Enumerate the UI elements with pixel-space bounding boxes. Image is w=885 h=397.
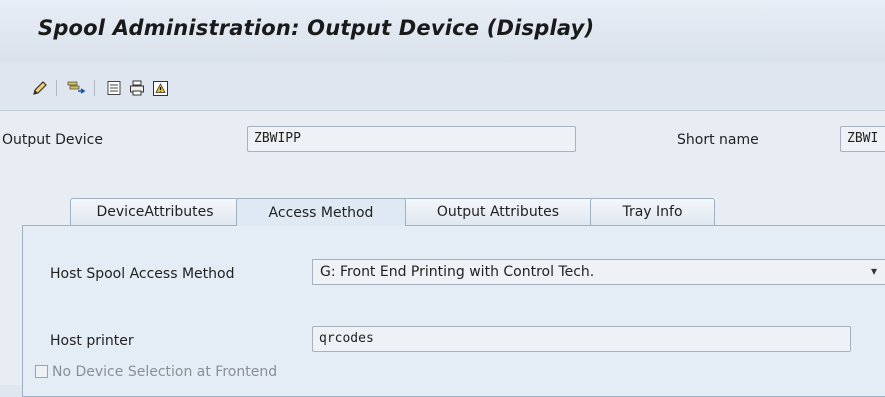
host-spool-access-method-select[interactable]: G: Front End Printing with Control Tech.… <box>312 259 885 285</box>
host-spool-access-method-label: Host Spool Access Method <box>50 266 235 282</box>
short-name-label: Short name <box>677 132 759 148</box>
tab-output-attributes[interactable]: Output Attributes <box>402 198 594 225</box>
output-device-field[interactable]: ZBWIPP <box>247 126 576 152</box>
tab-tray-info[interactable]: Tray Info <box>590 198 715 225</box>
title-bar: Spool Administration: Output Device (Dis… <box>0 0 885 62</box>
output-device-label: Output Device <box>2 132 103 148</box>
list-icon[interactable] <box>104 78 124 98</box>
page-title: Spool Administration: Output Device (Dis… <box>38 16 595 40</box>
short-name-field[interactable]: ZBWI <box>840 126 885 152</box>
host-printer-field[interactable]: qrcodes <box>312 326 851 352</box>
printer-icon[interactable] <box>127 78 147 98</box>
chevron-down-icon[interactable]: ▾ <box>871 264 877 278</box>
pencil-icon[interactable] <box>30 78 50 98</box>
host-spool-access-method-value: G: Front End Printing with Control Tech. <box>320 264 595 280</box>
object-transport-icon[interactable] <box>66 78 86 98</box>
no-device-selection-checkbox[interactable] <box>35 365 48 378</box>
tab-access-method[interactable]: Access Method <box>236 198 406 226</box>
warning-icon[interactable] <box>150 78 170 98</box>
toolbar-separator <box>56 80 57 96</box>
host-printer-label: Host printer <box>50 333 134 349</box>
no-device-selection-label: No Device Selection at Frontend <box>52 364 278 380</box>
toolbar-separator <box>94 80 95 96</box>
tab-device-attributes[interactable]: DeviceAttributes <box>70 198 240 225</box>
